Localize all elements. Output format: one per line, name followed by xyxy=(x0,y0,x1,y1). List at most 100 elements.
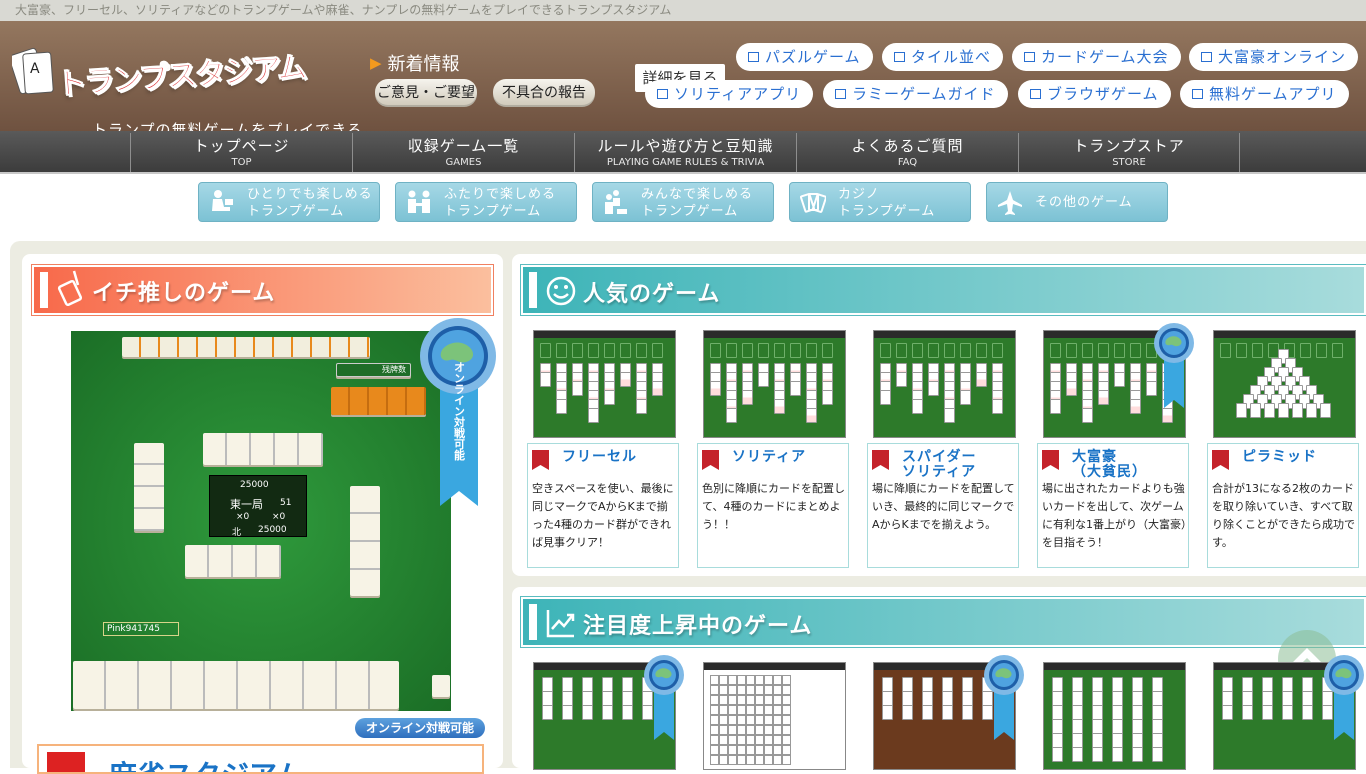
sudoku-cell xyxy=(737,745,746,755)
cat-other[interactable]: その他のゲーム xyxy=(986,182,1168,222)
mahjong-title-box[interactable]: 麻雀スタジアム xyxy=(37,744,484,774)
card-slot xyxy=(742,343,753,358)
playing-card xyxy=(1112,705,1123,720)
thumb-toolbar xyxy=(534,331,675,338)
cat-group[interactable]: みんなで楽しめる トランプゲーム xyxy=(592,182,774,222)
game-info-3[interactable]: スパイダー ソリティア 場に降順にカードを配置していき、最終的に同じマークでAから… xyxy=(867,443,1019,568)
bookmark-icon xyxy=(1212,450,1229,470)
game-thumb[interactable] xyxy=(703,330,846,438)
sudoku-cell xyxy=(746,675,755,685)
logo-text: トランプスタジアム xyxy=(55,50,307,103)
playing-card xyxy=(1132,719,1143,734)
card-slot xyxy=(774,343,785,358)
nav-top[interactable]: トップページ TOP xyxy=(130,133,352,172)
nav-sublabel: PLAYING GAME RULES & TRIVIA xyxy=(606,157,765,168)
bug-report-button[interactable]: 不具合の報告 xyxy=(493,79,595,107)
link-rummy-guide[interactable]: ラミーゲームガイド xyxy=(823,80,1008,108)
game-thumb[interactable] xyxy=(873,330,1016,438)
sudoku-cell xyxy=(764,675,773,685)
link-solitaire-app[interactable]: ソリティアアプリ xyxy=(645,80,814,108)
playing-card xyxy=(1112,691,1123,706)
sudoku-cell xyxy=(782,735,791,745)
sudoku-cell xyxy=(746,685,755,695)
game-name[interactable]: フリーセル xyxy=(552,450,676,465)
right-meld xyxy=(350,486,380,596)
cat-casino[interactable]: カジノ トランプゲーム xyxy=(789,182,971,222)
link-browser-game[interactable]: ブラウザゲーム xyxy=(1018,80,1171,108)
mahjong-screenshot[interactable]: 残牌数 25000 東一局 51 ×0 ×0 北 25000 Pink94174… xyxy=(71,331,451,711)
card-slot xyxy=(588,343,599,358)
nav-faq[interactable]: よくあるご質問 FAQ xyxy=(796,133,1018,172)
mahjong-title: 麻雀スタジアム xyxy=(109,754,303,772)
game-info-5[interactable]: ピラミッド合計が13になる2枚のカードを取り除いていき、すべて取り除くことができ… xyxy=(1207,443,1359,568)
rising-thumb[interactable] xyxy=(1043,662,1186,770)
sudoku-cell xyxy=(737,695,746,705)
playing-card xyxy=(1132,733,1143,748)
nav-games[interactable]: 収録ゲーム一覧 GAMES xyxy=(352,133,574,172)
thumb-toolbar xyxy=(1214,331,1355,338)
sudoku-cell xyxy=(728,705,737,715)
link-card-tournament[interactable]: カードゲーム大会 xyxy=(1012,43,1181,71)
card-slot xyxy=(540,343,551,358)
link-tile-game[interactable]: タイル並べ xyxy=(882,43,1004,71)
game-name[interactable]: ピラミッド xyxy=(1232,450,1356,465)
smile-icon xyxy=(546,276,576,306)
link-daifugo-online[interactable]: 大富豪オンライン xyxy=(1189,43,1359,71)
nav-sublabel: GAMES xyxy=(445,157,482,168)
sudoku-cell xyxy=(710,755,719,765)
card-slot xyxy=(896,343,907,358)
airplane-icon xyxy=(998,191,1022,215)
card-slot xyxy=(912,343,923,358)
playing-card xyxy=(556,399,567,414)
game-info-1[interactable]: フリーセル 空きスペースを使い、最後に同じマークでAからKまで揃った4種のカード群… xyxy=(527,443,679,568)
link-puzzle-game[interactable]: パズルゲーム xyxy=(736,43,873,71)
playing-card xyxy=(1052,691,1063,706)
top-wall xyxy=(122,337,370,357)
playing-card xyxy=(1152,747,1163,762)
nav-sublabel: STORE xyxy=(1112,157,1146,168)
nav-store[interactable]: トランプストア STORE xyxy=(1018,133,1240,172)
nav-label: ルールや遊び方と豆知識 xyxy=(597,137,774,155)
thumb-toolbar xyxy=(704,663,845,670)
playing-card xyxy=(922,677,933,692)
bookmark-icon xyxy=(702,450,719,470)
link-free-game-app[interactable]: 無料ゲームアプリ xyxy=(1180,80,1349,108)
nav-rules[interactable]: ルールや遊び方と豆知識 PLAYING GAME RULES & TRIVIA xyxy=(574,133,796,172)
playing-card xyxy=(1050,399,1061,414)
game-name[interactable]: ソリティア xyxy=(722,450,846,465)
sudoku-cell xyxy=(755,695,764,705)
game-info-4[interactable]: 大富豪 （大貧民） 場に出されたカードよりも強いカードを出して、次ゲームに有利な1… xyxy=(1037,443,1189,568)
game-info-2[interactable]: ソリティア 色別に降順にカードを配置して、4種のカードにまとめよう！！ xyxy=(697,443,849,568)
sudoku-cell xyxy=(710,695,719,705)
game-description: 合計が13になる2枚のカードを取り除いていき、すべて取り除くことができたら成功で… xyxy=(1212,482,1355,549)
game-name[interactable]: スパイダー ソリティア xyxy=(892,450,1016,480)
playing-card xyxy=(1242,677,1253,692)
playing-card xyxy=(962,691,973,706)
cat-two[interactable]: ふたりで楽しめる トランプゲーム xyxy=(395,182,577,222)
window-icon xyxy=(835,89,846,99)
playing-card xyxy=(602,691,613,706)
card-slot xyxy=(822,343,833,358)
sudoku-cell xyxy=(755,735,764,745)
news-link[interactable]: ▶ 新着情報 xyxy=(370,50,460,76)
playing-card xyxy=(1082,408,1093,423)
playing-card xyxy=(1162,408,1173,423)
rising-thumb[interactable] xyxy=(703,662,846,770)
playing-card xyxy=(542,677,553,692)
playing-card xyxy=(1302,691,1313,706)
window-icon xyxy=(1201,52,1212,62)
game-thumb[interactable] xyxy=(533,330,676,438)
sudoku-cell xyxy=(728,735,737,745)
opinion-button[interactable]: ご意見・ご要望 xyxy=(375,79,477,107)
sudoku-cell xyxy=(782,675,791,685)
playing-card xyxy=(1112,719,1123,734)
game-name[interactable]: 大富豪 （大貧民） xyxy=(1062,450,1186,480)
cat-solo[interactable]: ひとりでも楽しめる トランプゲーム xyxy=(198,182,380,222)
playing-card xyxy=(922,705,933,720)
site-logo[interactable]: A トランプスタジアム xyxy=(10,39,310,119)
cat-label: その他のゲーム xyxy=(1035,195,1133,210)
popular-title: 人気のゲーム xyxy=(583,282,721,307)
card-slot xyxy=(992,343,1003,358)
sudoku-cell xyxy=(737,755,746,765)
game-thumb[interactable] xyxy=(1213,330,1356,438)
